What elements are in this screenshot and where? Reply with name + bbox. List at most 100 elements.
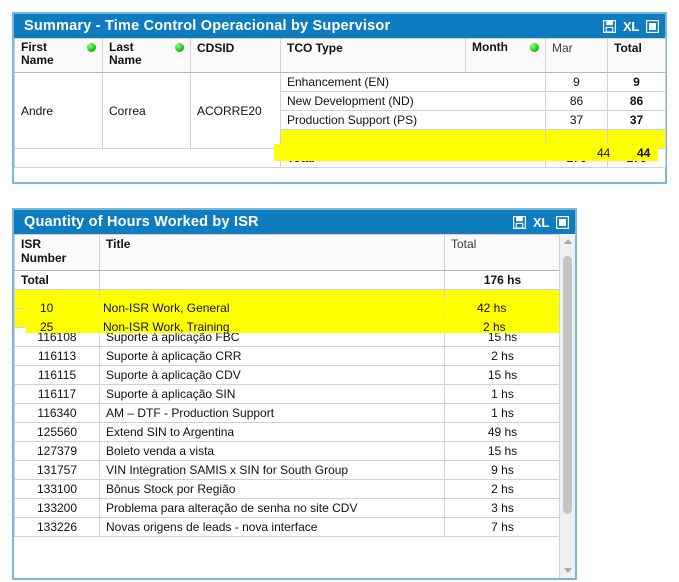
- green-dot-icon: [87, 43, 96, 52]
- isr-header-row: ISR Number Title Total: [14, 234, 559, 271]
- cell-isr-total: 2 hs: [444, 346, 559, 366]
- cell-total-label: Total: [280, 148, 546, 168]
- cell-total-spacer: [99, 270, 445, 290]
- column-header-title-label: Title: [106, 237, 131, 251]
- cell-isr-number: 116108: [14, 327, 100, 347]
- cell-tco-type: Production Support (PS): [280, 110, 546, 130]
- cell-isr-number: 125560: [14, 422, 100, 442]
- table-row[interactable]: 116108 Suporte à aplicação FBC 15 hs: [14, 327, 559, 347]
- table-row[interactable]: 116115 Suporte à aplicação CDV 15 hs: [14, 365, 559, 385]
- summary-table: First Name Last Name CDSID TCO Type Mont…: [14, 38, 666, 168]
- cell-isr-number: 133100: [14, 479, 100, 499]
- table-row[interactable]: 116340 AM – DTF - Production Support 1 h…: [14, 403, 559, 423]
- window-icon[interactable]: [556, 215, 569, 229]
- cell-isr-title: Suporte à aplicação FBC: [99, 327, 445, 347]
- table-row-total: Total 176 176: [14, 148, 666, 168]
- column-header-isr-number[interactable]: ISR Number: [14, 234, 100, 271]
- cell-isr-total: 2 hs: [444, 479, 559, 499]
- summary-panel: Summary - Time Control Operacional by Su…: [12, 12, 667, 184]
- isr-table-scroll-region[interactable]: ISR Number Title Total Total 176 hs 1161…: [14, 234, 559, 578]
- column-header-first-name[interactable]: First Name: [14, 38, 103, 73]
- table-row[interactable]: 116117 Suporte à aplicação SIN 1 hs: [14, 384, 559, 404]
- isr-table: ISR Number Title Total Total 176 hs 1161…: [14, 234, 559, 537]
- cell-isr-number: 116115: [14, 365, 100, 385]
- column-header-cdsid[interactable]: CDSID: [190, 38, 281, 73]
- cell-total-label: Total: [14, 270, 100, 290]
- scrollbar-thumb[interactable]: [563, 256, 572, 514]
- table-row[interactable]: 131757 VIN Integration SAMIS x SIN for S…: [14, 460, 559, 480]
- summary-panel-titlebar: Summary - Time Control Operacional by Su…: [14, 14, 665, 38]
- cell-isr-title: VIN Integration SAMIS x SIN for South Gr…: [99, 460, 445, 480]
- isr-vertical-scrollbar[interactable]: [559, 234, 575, 578]
- cell-isr-number: 116113: [14, 346, 100, 366]
- column-header-tco-type[interactable]: TCO Type: [280, 38, 466, 73]
- isr-panel-toolbar: XL: [512, 215, 569, 229]
- isr-panel-body: ISR Number Title Total Total 176 hs 1161…: [14, 234, 575, 578]
- table-row[interactable]: 127379 Boleto venda a vista 15 hs: [14, 441, 559, 461]
- summary-panel-toolbar: XL: [602, 19, 659, 33]
- cell-isr-title: [99, 308, 445, 328]
- green-dot-icon: [530, 43, 539, 52]
- table-row-total: Total 176 hs: [14, 270, 559, 290]
- column-header-isr-total-label: Total: [451, 237, 477, 251]
- isr-table-body: Total 176 hs 116108 Suporte à aplicação …: [14, 270, 559, 537]
- cell-mar: 9: [545, 72, 608, 92]
- green-dot-icon: [175, 43, 184, 52]
- scroll-up-arrow-icon[interactable]: [560, 234, 575, 249]
- cell-total-hours: 176 hs: [444, 270, 559, 290]
- column-header-isr-total[interactable]: Total: [444, 234, 559, 271]
- column-header-first-name-label: First Name: [21, 40, 54, 67]
- cell-total: 37: [607, 110, 666, 130]
- table-row[interactable]: 133100 Bônus Stock por Região 2 hs: [14, 479, 559, 499]
- column-header-mar-label: Mar: [552, 41, 573, 55]
- cell-mar: [545, 129, 608, 149]
- column-header-title[interactable]: Title: [99, 234, 445, 271]
- isr-panel-title: Quantity of Hours Worked by ISR: [24, 214, 259, 230]
- cell-cdsid: ACORRE20: [190, 72, 281, 149]
- cell-total: 86: [607, 91, 666, 111]
- cell-isr-total: 9 hs: [444, 460, 559, 480]
- column-header-isr-number-label: ISR Number: [21, 237, 67, 265]
- cell-isr-title: AM – DTF - Production Support: [99, 403, 445, 423]
- cell-isr-number: 116340: [14, 403, 100, 423]
- cell-total-total: 176: [607, 148, 666, 168]
- cell-isr-title: Problema para alteração de senha no site…: [99, 498, 445, 518]
- table-row-highlighted[interactable]: [14, 308, 559, 328]
- cell-isr-title: Boleto venda a vista: [99, 441, 445, 461]
- window-icon[interactable]: [646, 19, 659, 33]
- table-row-highlighted[interactable]: [14, 289, 559, 309]
- isr-panel-titlebar: Quantity of Hours Worked by ISR XL: [14, 210, 575, 234]
- cell-isr-title: Suporte à aplicação CRR: [99, 346, 445, 366]
- table-row[interactable]: 125560 Extend SIN to Argentina 49 hs: [14, 422, 559, 442]
- column-header-mar[interactable]: Mar: [545, 38, 608, 73]
- cell-total-mar: 176: [545, 148, 608, 168]
- cell-mar: 37: [545, 110, 608, 130]
- cell-isr-total: 7 hs: [444, 517, 559, 537]
- table-row[interactable]: 116113 Suporte à aplicação CRR 2 hs: [14, 346, 559, 366]
- save-icon[interactable]: [602, 19, 616, 33]
- cell-isr-total: 15 hs: [444, 327, 559, 347]
- cell-isr-title: Extend SIN to Argentina: [99, 422, 445, 442]
- column-header-month[interactable]: Month: [465, 38, 546, 73]
- cell-isr-total: 15 hs: [444, 365, 559, 385]
- cell-isr-total: 15 hs: [444, 441, 559, 461]
- excel-export-icon[interactable]: XL: [533, 216, 549, 229]
- summary-table-body: Andre Correa ACORRE20 Enhancement (EN) 9…: [14, 72, 666, 168]
- isr-panel: Quantity of Hours Worked by ISR XL ISR N…: [12, 208, 577, 580]
- cell-isr-number: [14, 289, 100, 309]
- save-icon[interactable]: [512, 215, 526, 229]
- table-row[interactable]: 133226 Novas origens de leads - nova int…: [14, 517, 559, 537]
- table-row[interactable]: Andre Correa ACORRE20 Enhancement (EN) 9…: [14, 72, 666, 149]
- cell-isr-number: 133226: [14, 517, 100, 537]
- table-row[interactable]: 133200 Problema para alteração de senha …: [14, 498, 559, 518]
- cell-isr-number: 127379: [14, 441, 100, 461]
- column-header-last-name[interactable]: Last Name: [102, 38, 191, 73]
- column-header-cdsid-label: CDSID: [197, 41, 235, 55]
- cell-isr-title: Novas origens de leads - nova interface: [99, 517, 445, 537]
- cell-isr-total: 1 hs: [444, 384, 559, 404]
- scroll-down-arrow-icon[interactable]: [560, 563, 575, 578]
- excel-export-icon[interactable]: XL: [623, 20, 639, 33]
- cell-isr-total: 1 hs: [444, 403, 559, 423]
- column-header-total[interactable]: Total: [607, 38, 666, 73]
- cell-last-name: Correa: [102, 72, 191, 149]
